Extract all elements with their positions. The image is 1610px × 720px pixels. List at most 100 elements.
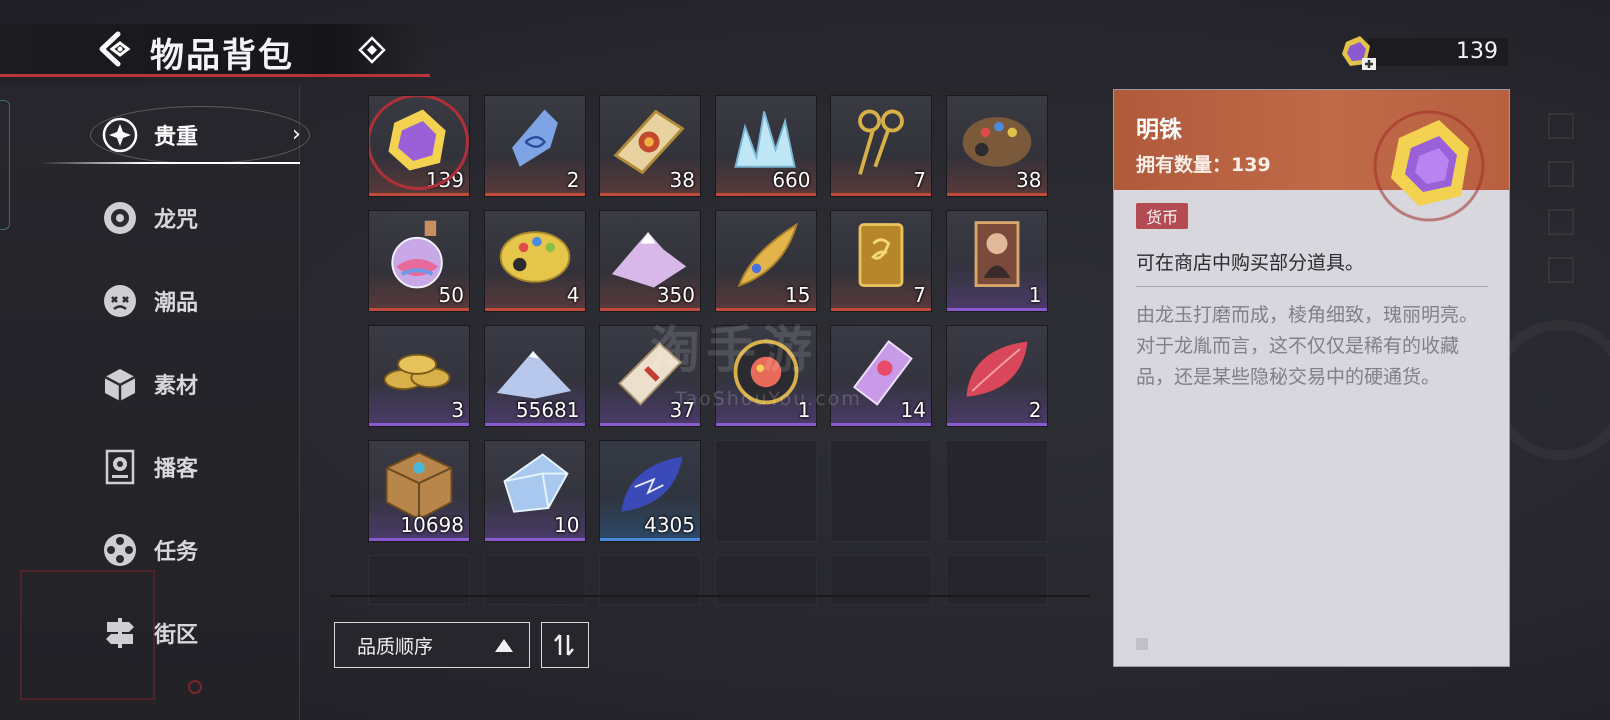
- inventory-slot[interactable]: 4: [483, 210, 586, 312]
- highlight-line: [40, 162, 300, 164]
- back-arrow-icon[interactable]: [96, 30, 138, 68]
- inventory-slot[interactable]: 10698: [368, 440, 470, 542]
- sidebar-item-dragon-curse[interactable]: 龙咒: [100, 193, 300, 243]
- item-quantity: 350: [656, 283, 695, 307]
- inventory-slot[interactable]: 7: [830, 95, 932, 197]
- item-quantity: 10: [554, 513, 580, 537]
- rarity-bar: [369, 538, 469, 541]
- item-quantity: 4: [566, 283, 580, 307]
- inventory-slot[interactable]: 15: [714, 210, 817, 312]
- sidebar-item-label: 素材: [154, 374, 199, 399]
- triangle-up-icon: [495, 639, 513, 652]
- inventory-slot[interactable]: 50: [368, 210, 470, 312]
- item-quantity: 14: [900, 398, 926, 422]
- item-quantity: 2: [1028, 398, 1042, 422]
- inventory-slot[interactable]: 139: [368, 95, 470, 197]
- sparkle-icon: [100, 115, 140, 155]
- speaker-icon: [100, 447, 140, 487]
- sidebar-item-label: 龙咒: [154, 208, 199, 233]
- rarity-bar: [484, 423, 585, 426]
- sidebar-item-label: 潮品: [154, 291, 199, 316]
- empty-slot: [830, 555, 932, 605]
- sidebar-item-materials[interactable]: 素材: [100, 359, 300, 409]
- sort-order-button[interactable]: [541, 622, 589, 668]
- sidebar-item-label: 街区: [154, 623, 199, 648]
- empty-slot: [945, 555, 1048, 605]
- gem-plus-icon[interactable]: [1338, 32, 1378, 72]
- gold-palette-icon: [499, 231, 570, 283]
- inventory-slot[interactable]: 55681: [483, 325, 586, 427]
- film-reel-icon: [100, 530, 140, 570]
- page-title: 物品背包: [150, 36, 294, 76]
- cube-icon: [100, 364, 140, 404]
- empty-slot: [599, 555, 701, 605]
- rarity-bar: [600, 193, 700, 196]
- inventory-slot[interactable]: 14: [830, 325, 932, 427]
- rarity-bar: [946, 308, 1047, 311]
- sidebar-item-label: 播客: [154, 457, 199, 482]
- rarity-bar: [369, 308, 469, 311]
- item-detail-panel: 明铢 拥有数量：139 货币 可在商店中购买部分道具。 由龙玉打磨而成，棱角细致…: [1113, 89, 1510, 667]
- rarity-bar: [946, 193, 1047, 196]
- red-leaf-icon: [965, 341, 1028, 397]
- item-quantity: 15: [785, 283, 811, 307]
- rarity-bar: [600, 538, 700, 541]
- sidebar-item-podcast[interactable]: 播客: [100, 442, 300, 492]
- rarity-bar: [715, 193, 816, 196]
- grid-divider: [330, 595, 1090, 597]
- item-quantity: 38: [1016, 168, 1042, 192]
- portrait-card-icon: [974, 221, 1019, 287]
- sort-dropdown[interactable]: 品质顺序: [334, 622, 530, 668]
- inventory-slot[interactable]: 7: [830, 210, 932, 312]
- inventory-slot[interactable]: 2: [945, 325, 1048, 427]
- sidebar-item-precious[interactable]: 贵重: [100, 110, 300, 160]
- seal-stamp-decoration: [20, 570, 155, 700]
- inventory-slot[interactable]: 38: [599, 95, 701, 197]
- detail-footer-decoration: [1136, 638, 1148, 650]
- empty-slot: [714, 440, 817, 542]
- item-quantity: 1: [1028, 283, 1042, 307]
- gold-coins-icon: [383, 353, 451, 391]
- empty-slot: [483, 555, 586, 605]
- currency-value: 139: [1456, 39, 1498, 64]
- info-diamond-icon[interactable]: [358, 36, 386, 64]
- inventory-slot[interactable]: 3: [368, 325, 470, 427]
- item-quantity: 55681: [515, 398, 580, 422]
- item-quantity: 660: [772, 168, 811, 192]
- empty-slot: [830, 440, 932, 542]
- golden-scissors-icon: [858, 109, 904, 175]
- item-name: 明铢: [1136, 117, 1182, 143]
- item-long-description: 由龙玉打磨而成，棱角细致，瑰丽明亮。对于龙胤而言，这不仅仅是稀有的收藏品，还是某…: [1136, 304, 1479, 388]
- item-quantity: 7: [913, 168, 926, 192]
- inventory-slot[interactable]: 10: [483, 440, 586, 542]
- stage: □ □ □ □ 物品背包 › 贵重 龙咒 潮品 素材 播客 任务 街区 139 …: [0, 0, 1610, 720]
- rarity-bar: [831, 423, 931, 426]
- rarity-bar: [369, 423, 469, 426]
- inventory-slot[interactable]: 1: [945, 210, 1048, 312]
- yellow-gem-icon: [388, 109, 446, 171]
- item-quantity: 10698: [400, 513, 464, 537]
- yellow-gem-icon: [1373, 110, 1485, 222]
- currency-display[interactable]: 139: [1338, 36, 1510, 70]
- sidebar-item-tasks[interactable]: 任务: [100, 525, 300, 575]
- inventory-slot[interactable]: 350: [599, 210, 701, 312]
- item-quantity: 2: [566, 168, 580, 192]
- item-type-tag: 货币: [1136, 203, 1189, 229]
- rarity-bar: [831, 193, 931, 196]
- inventory-slot[interactable]: 38: [945, 95, 1048, 197]
- item-quantity: 38: [669, 168, 695, 192]
- rarity-bar: [715, 423, 816, 426]
- inventory-slot[interactable]: 660: [714, 95, 817, 197]
- rarity-bar: [600, 423, 700, 426]
- item-quantity: 139: [425, 168, 464, 192]
- inventory-slot[interactable]: 4305: [599, 440, 701, 542]
- sidebar-item-trend[interactable]: 潮品: [100, 276, 300, 326]
- blue-crystal-shard-icon: [511, 109, 558, 167]
- disc-icon: [100, 198, 140, 238]
- detail-divider: [1136, 286, 1488, 287]
- sidebar-edge-decoration: [0, 100, 10, 230]
- inventory-slot[interactable]: 2: [483, 95, 586, 197]
- empty-slot: [368, 555, 470, 605]
- rarity-bar: [831, 308, 931, 311]
- rarity-bar: [484, 193, 585, 196]
